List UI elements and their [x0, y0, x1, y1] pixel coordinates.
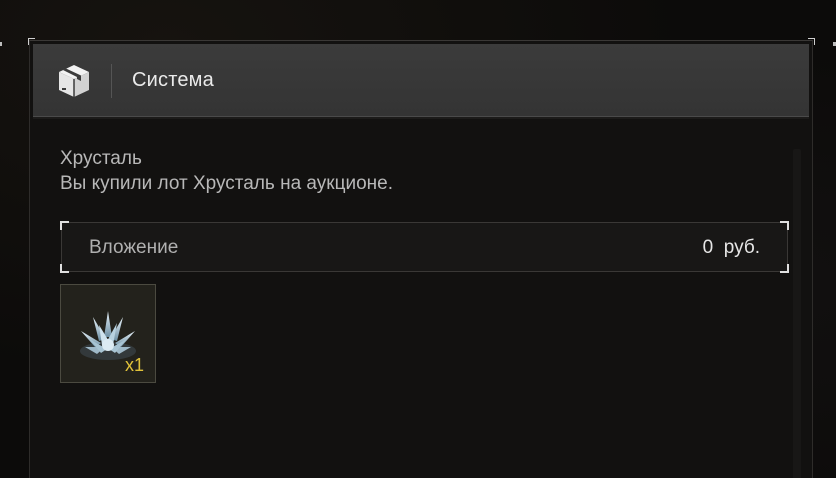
- message-header: Система: [33, 44, 809, 117]
- item-slot[interactable]: x1: [60, 284, 156, 383]
- message-title: Хрусталь: [60, 148, 142, 169]
- attachment-bar: Вложение 0 руб.: [60, 221, 789, 273]
- attachment-label: Вложение: [89, 237, 179, 258]
- box-icon: [55, 62, 93, 100]
- bracket-corner: [780, 264, 789, 273]
- edge-marker: [0, 42, 2, 46]
- header-divider: [111, 64, 112, 98]
- message-body: Вы купили лот Хрусталь на аукционе.: [60, 173, 393, 194]
- bracket-corner: [60, 221, 69, 230]
- attachment-value: 0 руб.: [702, 237, 760, 258]
- sender-title: Система: [132, 69, 214, 91]
- item-quantity: x1: [124, 355, 144, 375]
- bracket-corner: [60, 264, 69, 273]
- bracket-corner: [780, 221, 789, 230]
- header-separator: [33, 117, 809, 119]
- mail-screen: Система Хрусталь Вы купили лот Хрусталь …: [0, 0, 836, 478]
- scrollbar[interactable]: [793, 149, 801, 478]
- message-panel: Система Хрусталь Вы купили лот Хрусталь …: [29, 40, 813, 478]
